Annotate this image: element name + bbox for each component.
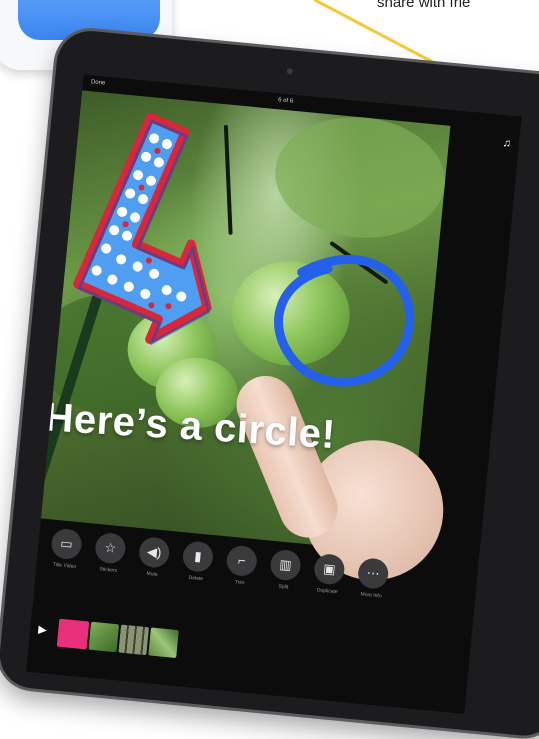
sticker-icon: ☆: [94, 531, 127, 565]
tool-trim[interactable]: ⌐ Trim: [219, 544, 263, 588]
tool-label: Title Video: [52, 561, 77, 571]
volume-icon: ◀): [137, 536, 171, 569]
tool-delete[interactable]: ▮ Delete: [176, 540, 220, 584]
tool-stickers[interactable]: ☆ Stickers: [88, 531, 132, 575]
clip-thumbnail[interactable]: [88, 621, 120, 653]
done-button[interactable]: Done: [91, 79, 106, 86]
tool-label: Split: [278, 583, 289, 591]
clip-counter: 6 of 6: [277, 97, 294, 105]
tool-label: Duplicate: [316, 587, 338, 596]
music-note-icon[interactable]: ♫: [502, 137, 511, 150]
tool-label: Stickers: [99, 566, 118, 574]
clip-thumbnail[interactable]: [148, 627, 179, 659]
clip-thumbnail[interactable]: [56, 618, 90, 650]
more-icon: ⋯: [356, 557, 390, 590]
tool-mute[interactable]: ◀) Mute: [132, 536, 176, 580]
crop-icon: ⌐: [225, 544, 259, 578]
tool-title-video[interactable]: ▭ Title Video: [44, 527, 88, 571]
tool-label: Mute: [146, 570, 158, 578]
tablet-screen: Done 6 of 6 Here’s a circle! ♫ ▭ Title V…: [26, 74, 522, 714]
clip-thumbnail[interactable]: [118, 624, 149, 656]
split-icon: ▥: [269, 548, 302, 582]
drawn-circle[interactable]: [273, 253, 415, 388]
tool-more-info[interactable]: ⋯ More Info: [351, 557, 395, 601]
tool-label: Delete: [188, 574, 204, 583]
video-preview[interactable]: Here’s a circle!: [26, 90, 451, 587]
drawing-overlay[interactable]: [41, 90, 451, 553]
play-icon[interactable]: ▶: [38, 623, 48, 637]
text-icon: ▭: [50, 527, 83, 561]
tool-label: More Info: [360, 591, 382, 600]
tablet-device: Done 6 of 6 Here’s a circle! ♫ ▭ Title V…: [0, 28, 539, 739]
duplicate-icon: ▣: [312, 552, 346, 586]
tool-split[interactable]: ▥ Split: [263, 548, 307, 592]
tool-duplicate[interactable]: ▣ Duplicate: [307, 552, 351, 596]
arrow-sticker[interactable]: [68, 112, 271, 359]
trash-icon: ▮: [181, 540, 215, 574]
tool-label: Trim: [234, 579, 245, 587]
